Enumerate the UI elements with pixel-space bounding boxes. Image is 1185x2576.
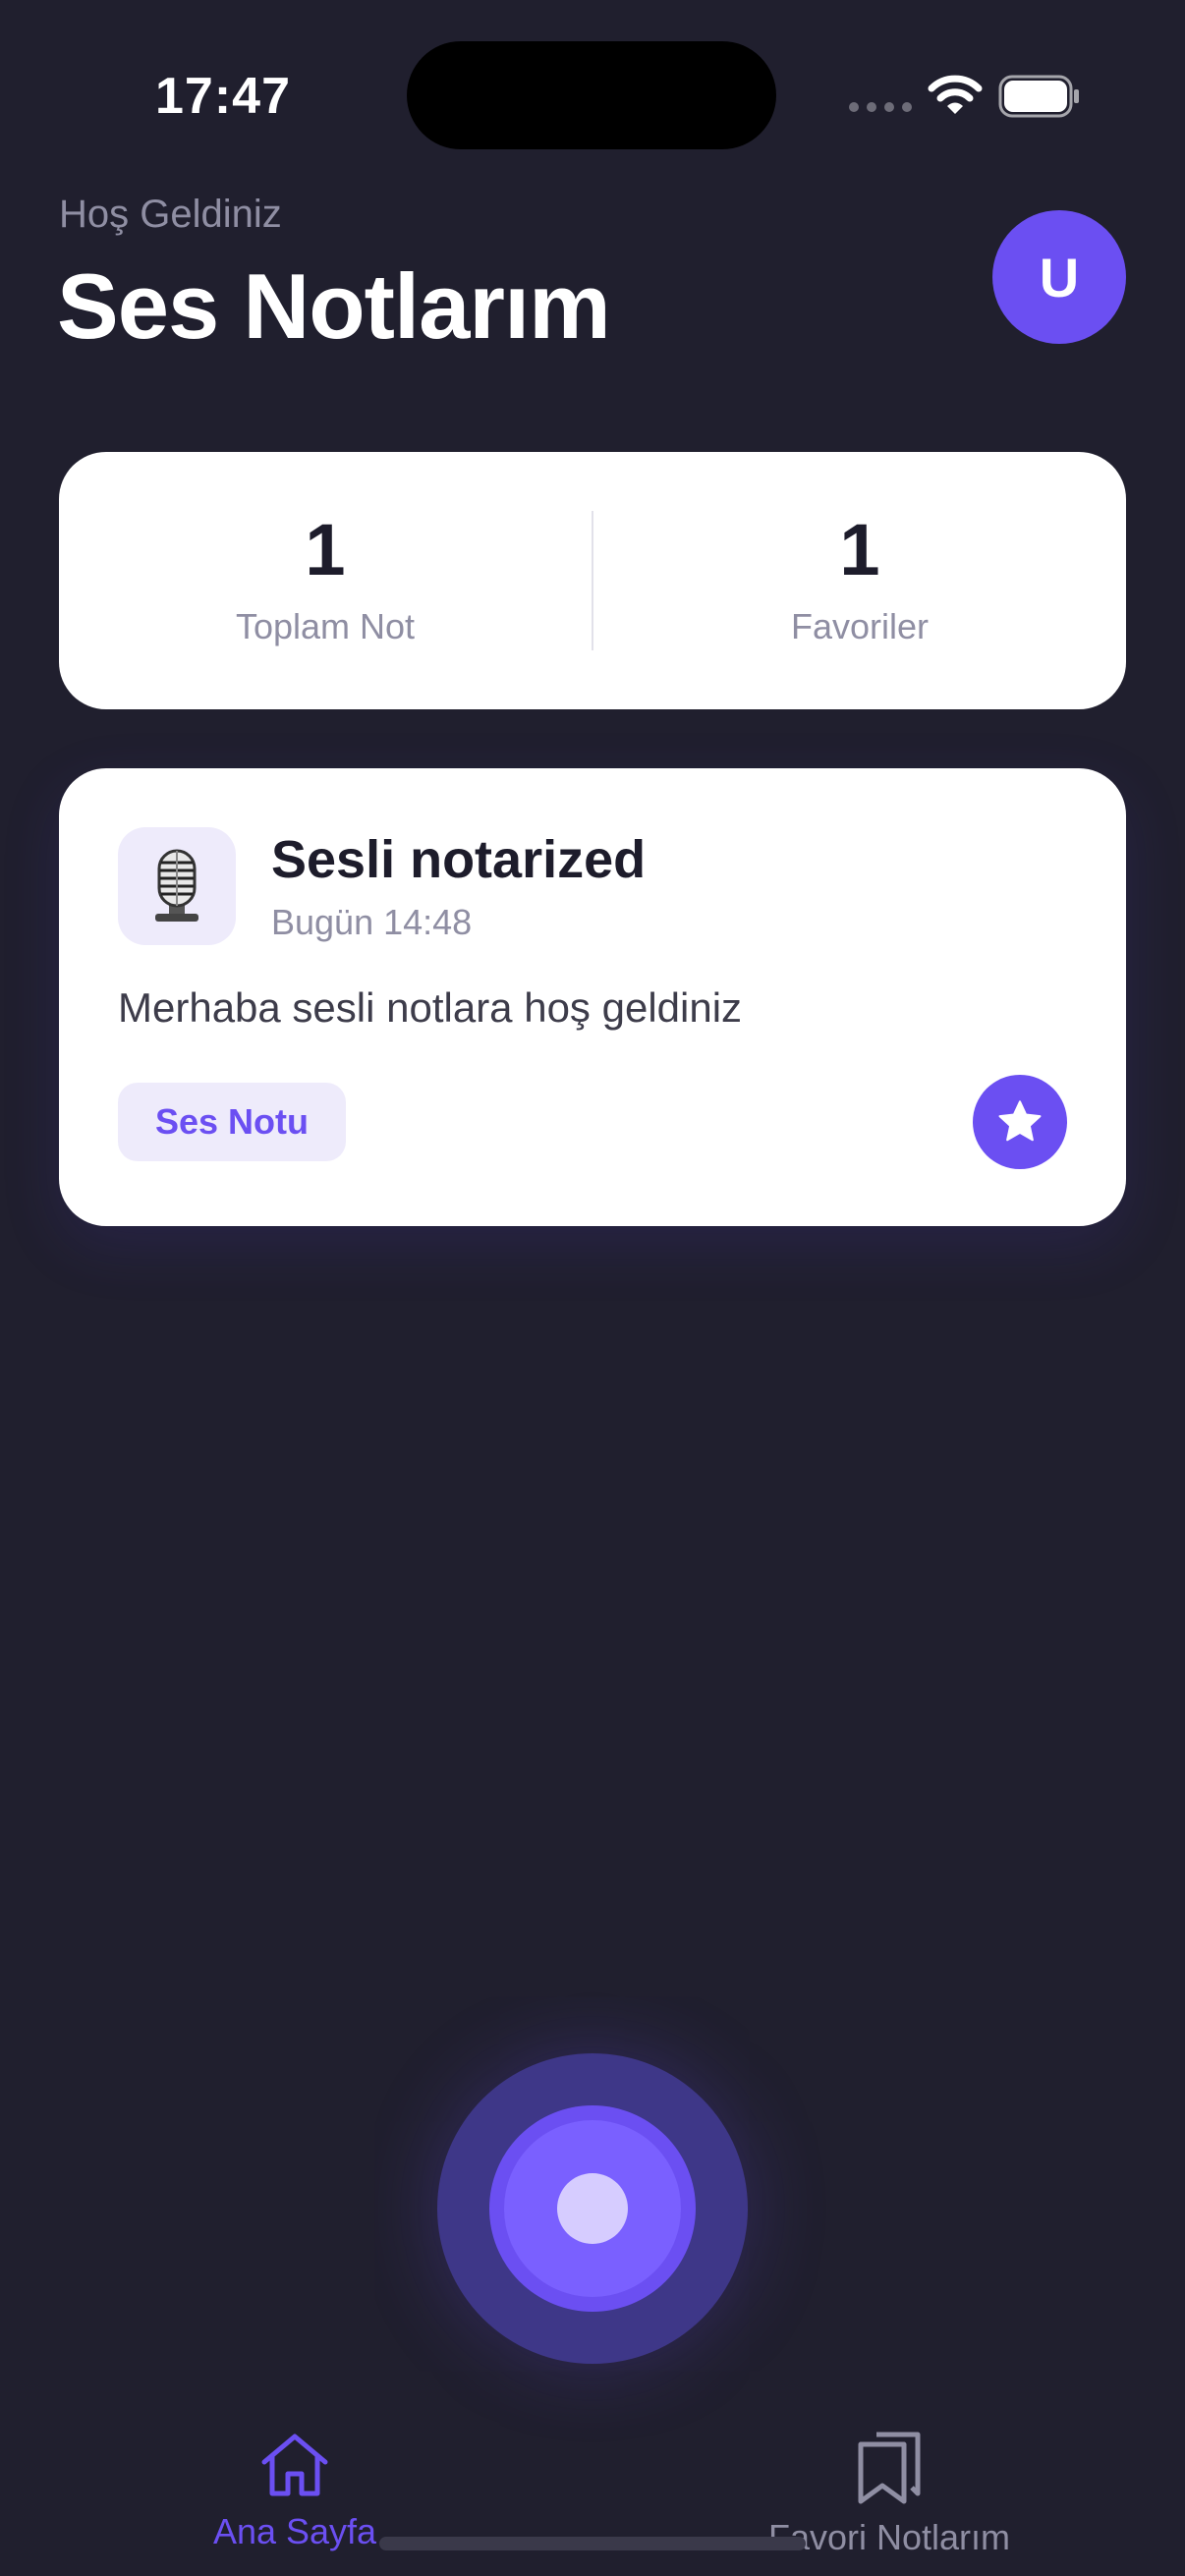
favorite-button[interactable] — [973, 1075, 1067, 1169]
note-date: Bugün 14:48 — [271, 902, 473, 942]
greeting-text: Hoş Geldiniz — [59, 193, 282, 236]
note-title: Sesli notarized — [271, 830, 647, 889]
dynamic-island — [407, 41, 776, 149]
note-icon-box — [118, 827, 236, 945]
record-dot-icon — [557, 2173, 628, 2244]
page-title: Ses Notlarım — [57, 254, 611, 358]
tab-home-label: Ana Sayfa — [212, 2511, 377, 2551]
note-card[interactable]: Sesli notarized Bugün 14:48 Merhaba sesl… — [59, 768, 1126, 1226]
app-screen: 17:47 Hoş Geldiniz Ses Notlarım U 1 Topl… — [0, 0, 1185, 2576]
record-button-core — [504, 2120, 681, 2297]
stats-card: 1 Toplam Not 1 Favoriler — [59, 452, 1126, 709]
avatar[interactable]: U — [992, 210, 1126, 344]
stat-total-value: 1 — [305, 509, 346, 590]
cellular-signal-icon — [849, 102, 912, 112]
wifi-icon — [928, 75, 983, 114]
battery-icon — [998, 75, 1079, 118]
note-body: Merhaba sesli notlara hoş geldiniz — [118, 984, 743, 1031]
microphone-icon — [155, 849, 198, 922]
record-button-ring — [489, 2105, 696, 2312]
stat-favorites-value: 1 — [839, 509, 880, 590]
bookmarks-icon — [858, 2432, 921, 2504]
tab-home[interactable]: Ana Sayfa — [197, 2431, 393, 2552]
record-button[interactable] — [437, 2053, 748, 2364]
note-tag: Ses Notu — [118, 1083, 346, 1161]
stat-favorites-label: Favoriler — [790, 606, 930, 646]
stat-total-label: Toplam Not — [235, 606, 416, 646]
home-icon — [261, 2434, 328, 2496]
status-time: 17:47 — [155, 68, 291, 125]
home-indicator — [379, 2537, 806, 2550]
star-icon — [998, 1100, 1042, 1142]
stat-total-notes: 1 Toplam Not — [59, 514, 592, 647]
stat-favorites: 1 Favoriler — [593, 514, 1126, 647]
tab-favorites-label: Favori Notlarım — [767, 2517, 1011, 2557]
